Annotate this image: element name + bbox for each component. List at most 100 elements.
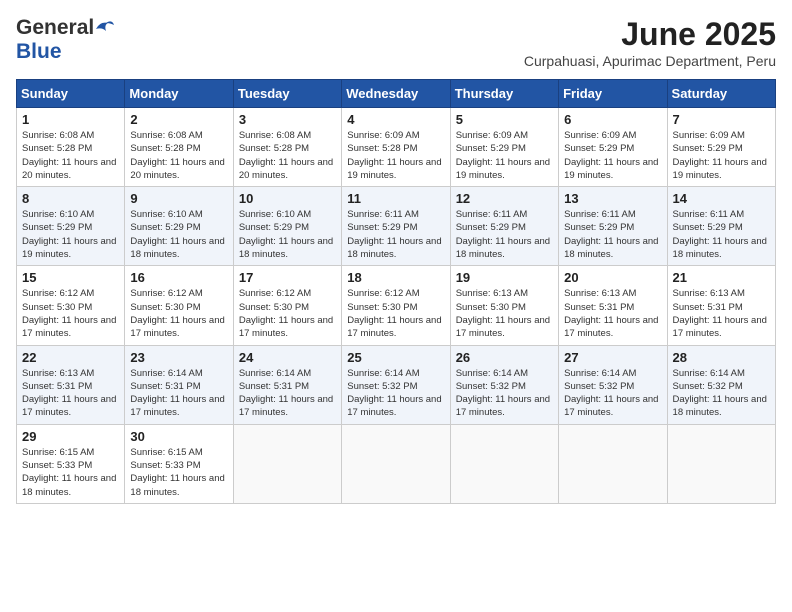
day-info: Sunrise: 6:14 AMSunset: 5:32 PMDaylight:…	[456, 367, 553, 420]
calendar-cell: 21 Sunrise: 6:13 AMSunset: 5:31 PMDayligh…	[667, 266, 775, 345]
calendar-cell: 4 Sunrise: 6:09 AMSunset: 5:28 PMDaylight…	[342, 108, 450, 187]
weekday-header-wednesday: Wednesday	[342, 80, 450, 108]
day-number: 21	[673, 270, 770, 285]
calendar-cell: 23 Sunrise: 6:14 AMSunset: 5:31 PMDayligh…	[125, 345, 233, 424]
day-number: 3	[239, 112, 336, 127]
day-info: Sunrise: 6:12 AMSunset: 5:30 PMDaylight:…	[22, 287, 119, 340]
calendar-cell: 18Sunrise: 6:12 AMSunset: 5:30 PMDayligh…	[342, 266, 450, 345]
calendar-week-row: 15 Sunrise: 6:12 AMSunset: 5:30 PMDayligh…	[17, 266, 776, 345]
calendar-cell: 6Sunrise: 6:09 AMSunset: 5:29 PMDaylight…	[559, 108, 667, 187]
day-info: Sunrise: 6:08 AMSunset: 5:28 PMDaylight:…	[22, 129, 119, 182]
title-block: June 2025 Curpahuasi, Apurimac Departmen…	[524, 16, 776, 69]
day-number: 20	[564, 270, 661, 285]
weekday-header-row: SundayMondayTuesdayWednesdayThursdayFrid…	[17, 80, 776, 108]
day-number: 29	[22, 429, 119, 444]
calendar-cell: 5 Sunrise: 6:09 AMSunset: 5:29 PMDaylight…	[450, 108, 558, 187]
day-number: 16	[130, 270, 227, 285]
day-info: Sunrise: 6:14 AMSunset: 5:31 PMDaylight:…	[239, 367, 336, 420]
logo-bird-icon	[94, 17, 114, 35]
calendar-cell: 17Sunrise: 6:12 AMSunset: 5:30 PMDayligh…	[233, 266, 341, 345]
calendar-cell	[450, 424, 558, 503]
day-info: Sunrise: 6:14 AMSunset: 5:32 PMDaylight:…	[347, 367, 444, 420]
day-number: 1	[22, 112, 119, 127]
calendar-cell: 20Sunrise: 6:13 AMSunset: 5:31 PMDayligh…	[559, 266, 667, 345]
calendar-header: SundayMondayTuesdayWednesdayThursdayFrid…	[17, 80, 776, 108]
day-info: Sunrise: 6:15 AMSunset: 5:33 PMDaylight:…	[22, 446, 119, 499]
day-number: 8	[22, 191, 119, 206]
weekday-header-thursday: Thursday	[450, 80, 558, 108]
day-info: Sunrise: 6:14 AMSunset: 5:32 PMDaylight:…	[564, 367, 661, 420]
day-number: 24	[239, 350, 336, 365]
page-header: General Blue June 2025 Curpahuasi, Apuri…	[16, 16, 776, 69]
calendar-cell: 8 Sunrise: 6:10 AMSunset: 5:29 PMDaylight…	[17, 187, 125, 266]
day-number: 10	[239, 191, 336, 206]
logo-general-text: General	[16, 16, 94, 40]
calendar-cell: 29 Sunrise: 6:15 AMSunset: 5:33 PMDayligh…	[17, 424, 125, 503]
day-info: Sunrise: 6:14 AMSunset: 5:32 PMDaylight:…	[673, 367, 770, 420]
day-info: Sunrise: 6:08 AMSunset: 5:28 PMDaylight:…	[239, 129, 336, 182]
day-number: 7	[673, 112, 770, 127]
calendar-cell	[233, 424, 341, 503]
day-number: 2	[130, 112, 227, 127]
day-number: 28	[673, 350, 770, 365]
weekday-header-tuesday: Tuesday	[233, 80, 341, 108]
calendar-cell: 12Sunrise: 6:11 AMSunset: 5:29 PMDayligh…	[450, 187, 558, 266]
calendar-cell: 26 Sunrise: 6:14 AMSunset: 5:32 PMDayligh…	[450, 345, 558, 424]
calendar-cell: 10Sunrise: 6:10 AMSunset: 5:29 PMDayligh…	[233, 187, 341, 266]
calendar-cell: 9Sunrise: 6:10 AMSunset: 5:29 PMDaylight…	[125, 187, 233, 266]
day-info: Sunrise: 6:11 AMSunset: 5:29 PMDaylight:…	[347, 208, 444, 261]
day-number: 4	[347, 112, 444, 127]
day-info: Sunrise: 6:09 AMSunset: 5:29 PMDaylight:…	[456, 129, 553, 182]
calendar-cell	[559, 424, 667, 503]
calendar-cell: 25 Sunrise: 6:14 AMSunset: 5:32 PMDayligh…	[342, 345, 450, 424]
day-info: Sunrise: 6:14 AMSunset: 5:31 PMDaylight:…	[130, 367, 227, 420]
day-number: 5	[456, 112, 553, 127]
calendar-cell: 13Sunrise: 6:11 AMSunset: 5:29 PMDayligh…	[559, 187, 667, 266]
calendar-cell: 2Sunrise: 6:08 AMSunset: 5:28 PMDaylight…	[125, 108, 233, 187]
day-info: Sunrise: 6:13 AMSunset: 5:31 PMDaylight:…	[673, 287, 770, 340]
weekday-header-friday: Friday	[559, 80, 667, 108]
day-number: 30	[130, 429, 227, 444]
day-number: 15	[22, 270, 119, 285]
calendar-cell	[667, 424, 775, 503]
day-number: 26	[456, 350, 553, 365]
weekday-header-monday: Monday	[125, 80, 233, 108]
calendar-week-row: 8 Sunrise: 6:10 AMSunset: 5:29 PMDaylight…	[17, 187, 776, 266]
day-info: Sunrise: 6:11 AMSunset: 5:29 PMDaylight:…	[564, 208, 661, 261]
day-info: Sunrise: 6:12 AMSunset: 5:30 PMDaylight:…	[347, 287, 444, 340]
calendar-cell: 14 Sunrise: 6:11 AMSunset: 5:29 PMDayligh…	[667, 187, 775, 266]
day-info: Sunrise: 6:13 AMSunset: 5:30 PMDaylight:…	[456, 287, 553, 340]
calendar-cell: 16 Sunrise: 6:12 AMSunset: 5:30 PMDayligh…	[125, 266, 233, 345]
calendar-cell: 3 Sunrise: 6:08 AMSunset: 5:28 PMDaylight…	[233, 108, 341, 187]
calendar-cell: 15 Sunrise: 6:12 AMSunset: 5:30 PMDayligh…	[17, 266, 125, 345]
day-info: Sunrise: 6:11 AMSunset: 5:29 PMDaylight:…	[456, 208, 553, 261]
day-number: 23	[130, 350, 227, 365]
day-info: Sunrise: 6:15 AMSunset: 5:33 PMDaylight:…	[130, 446, 227, 499]
day-number: 25	[347, 350, 444, 365]
day-info: Sunrise: 6:09 AMSunset: 5:28 PMDaylight:…	[347, 129, 444, 182]
day-number: 19	[456, 270, 553, 285]
day-number: 22	[22, 350, 119, 365]
day-info: Sunrise: 6:12 AMSunset: 5:30 PMDaylight:…	[130, 287, 227, 340]
calendar-cell: 27Sunrise: 6:14 AMSunset: 5:32 PMDayligh…	[559, 345, 667, 424]
month-year-title: June 2025	[524, 16, 776, 53]
logo: General Blue	[16, 16, 114, 64]
calendar-body: 1 Sunrise: 6:08 AMSunset: 5:28 PMDaylight…	[17, 108, 776, 504]
calendar-cell	[342, 424, 450, 503]
day-info: Sunrise: 6:13 AMSunset: 5:31 PMDaylight:…	[22, 367, 119, 420]
calendar-cell: 24 Sunrise: 6:14 AMSunset: 5:31 PMDayligh…	[233, 345, 341, 424]
weekday-header-sunday: Sunday	[17, 80, 125, 108]
day-info: Sunrise: 6:11 AMSunset: 5:29 PMDaylight:…	[673, 208, 770, 261]
day-number: 6	[564, 112, 661, 127]
calendar-week-row: 29 Sunrise: 6:15 AMSunset: 5:33 PMDayligh…	[17, 424, 776, 503]
weekday-header-saturday: Saturday	[667, 80, 775, 108]
location-subtitle: Curpahuasi, Apurimac Department, Peru	[524, 53, 776, 69]
day-info: Sunrise: 6:10 AMSunset: 5:29 PMDaylight:…	[22, 208, 119, 261]
day-number: 11	[347, 191, 444, 206]
logo-blue-text: Blue	[16, 40, 62, 63]
calendar-cell: 1 Sunrise: 6:08 AMSunset: 5:28 PMDaylight…	[17, 108, 125, 187]
calendar-cell: 30 Sunrise: 6:15 AMSunset: 5:33 PMDayligh…	[125, 424, 233, 503]
day-number: 14	[673, 191, 770, 206]
calendar-cell: 22 Sunrise: 6:13 AMSunset: 5:31 PMDayligh…	[17, 345, 125, 424]
calendar-week-row: 22 Sunrise: 6:13 AMSunset: 5:31 PMDayligh…	[17, 345, 776, 424]
